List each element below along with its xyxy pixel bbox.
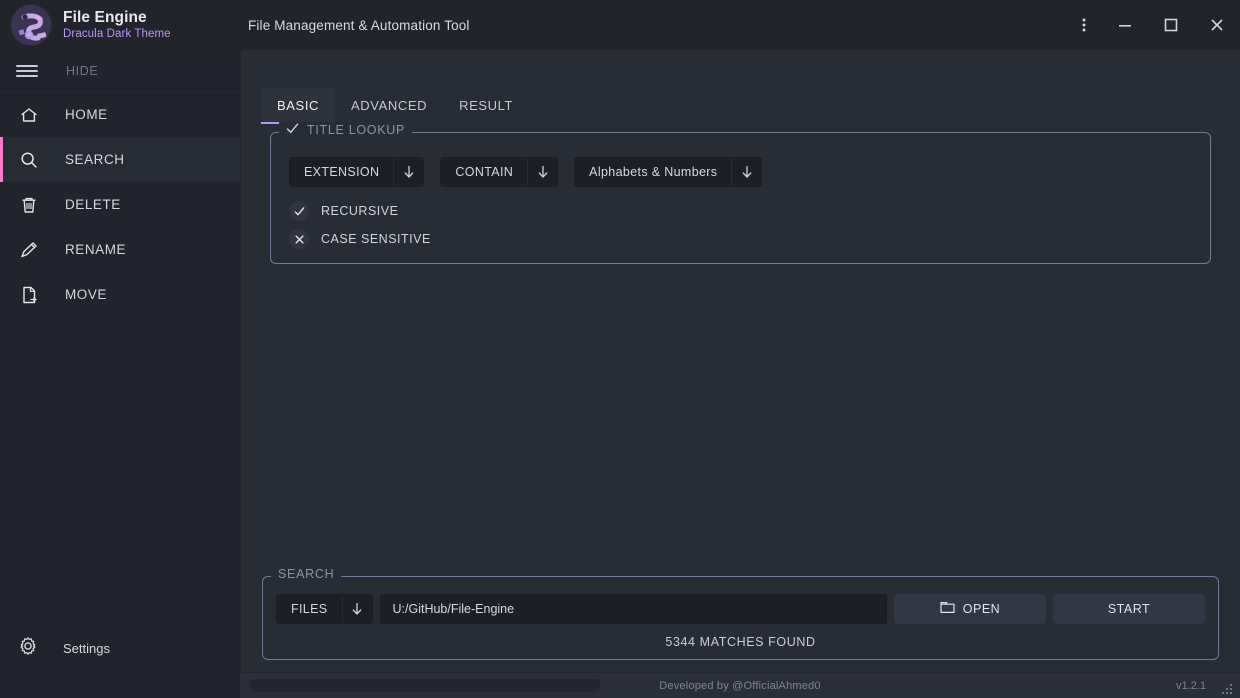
arrow-down-icon[interactable] <box>731 158 761 186</box>
sidebar-item-label: DELETE <box>65 197 121 212</box>
sidebar-item-label: RENAME <box>65 242 127 257</box>
window-controls <box>1066 0 1240 50</box>
status-bar: Developed by @OfficialAhmed0 v1.2.1 <box>0 672 1240 698</box>
charset-dropdown[interactable]: Alphabets & Numbers <box>574 157 763 187</box>
case-sensitive-toggle-label: CASE SENSITIVE <box>321 232 431 246</box>
title-lookup-legend-label: TITLE LOOKUP <box>307 123 406 137</box>
minimize-icon[interactable] <box>1102 0 1148 50</box>
open-button-label: OPEN <box>962 602 1001 616</box>
arrow-down-icon[interactable] <box>341 595 372 623</box>
arrow-down-icon[interactable] <box>527 158 557 186</box>
sidebar: HIDE HOME SEARCH DELETE RENAME MOVE Sett… <box>0 50 240 672</box>
status-bar-sidebar-pad <box>0 673 240 698</box>
target-type-value: FILES <box>291 602 328 616</box>
cross-icon <box>289 229 309 249</box>
sidebar-nav: HOME SEARCH DELETE RENAME MOVE <box>0 92 240 317</box>
search-path-input[interactable] <box>379 594 887 624</box>
check-icon <box>286 122 299 138</box>
contain-dropdown-value: CONTAIN <box>455 165 514 179</box>
search-panel-wrap: SEARCH FILES OP <box>241 567 1240 672</box>
tab-advanced[interactable]: ADVANCED <box>335 88 443 122</box>
hide-label: HIDE <box>66 63 99 78</box>
search-panel: SEARCH FILES OP <box>262 567 1219 660</box>
settings-label: Settings <box>63 640 110 656</box>
start-button[interactable]: START <box>1053 594 1205 624</box>
gear-icon <box>18 636 38 661</box>
search-legend: SEARCH <box>271 567 342 581</box>
brand-area: File Engine Dracula Dark Theme <box>0 0 240 50</box>
sidebar-toggle[interactable]: HIDE <box>0 50 240 92</box>
arrow-down-icon[interactable] <box>393 158 423 186</box>
app-body: HIDE HOME SEARCH DELETE RENAME MOVE Sett… <box>0 50 1240 672</box>
sidebar-item-label: SEARCH <box>65 152 125 167</box>
file-engine-logo-icon <box>10 4 52 46</box>
sidebar-item-label: MOVE <box>65 287 107 302</box>
basic-panel-wrap: TITLE LOOKUP EXTENSION CONTAIN Alphabets… <box>241 122 1240 264</box>
contain-dropdown[interactable]: CONTAIN <box>440 157 559 187</box>
extension-dropdown[interactable]: EXTENSION <box>289 157 425 187</box>
search-row: FILES OPEN ST <box>276 594 1205 624</box>
check-icon <box>289 201 309 221</box>
app-window: File Engine Dracula Dark Theme File Mana… <box>0 0 1240 698</box>
tab-label: BASIC <box>277 98 320 113</box>
home-icon <box>18 104 40 126</box>
start-button-label: START <box>1107 602 1151 616</box>
search-icon <box>18 149 40 171</box>
brand-subtitle: Dracula Dark Theme <box>63 27 171 40</box>
extension-dropdown-value: EXTENSION <box>304 165 380 179</box>
sidebar-item-home[interactable]: HOME <box>0 92 240 137</box>
sidebar-item-search[interactable]: SEARCH <box>0 137 240 182</box>
lookup-dropdown-row: EXTENSION CONTAIN Alphabets & Numbers <box>289 157 1192 187</box>
title-lookup-panel: TITLE LOOKUP EXTENSION CONTAIN Alphabets… <box>270 122 1211 264</box>
tab-bar: BASIC ADVANCED RESULT <box>241 74 1240 124</box>
trash-icon <box>18 194 40 216</box>
tab-result[interactable]: RESULT <box>443 88 529 122</box>
recursive-toggle[interactable]: RECURSIVE <box>289 201 1192 221</box>
case-sensitive-toggle[interactable]: CASE SENSITIVE <box>289 229 1192 249</box>
open-button[interactable]: OPEN <box>894 594 1046 624</box>
folder-icon <box>940 601 955 617</box>
maximize-icon[interactable] <box>1148 0 1194 50</box>
sidebar-item-settings[interactable]: Settings <box>0 624 240 672</box>
sidebar-item-move[interactable]: MOVE <box>0 272 240 317</box>
close-icon[interactable] <box>1194 0 1240 50</box>
version-label: v1.2.1 <box>1176 679 1206 692</box>
file-move-icon <box>18 284 40 306</box>
pencil-icon <box>18 239 40 261</box>
credit-label: Developed by @OfficialAhmed0 <box>659 679 821 692</box>
sidebar-item-rename[interactable]: RENAME <box>0 227 240 272</box>
title-lookup-legend: TITLE LOOKUP <box>279 122 413 138</box>
charset-dropdown-value: Alphabets & Numbers <box>589 165 718 179</box>
sidebar-item-label: HOME <box>65 107 108 122</box>
target-type-dropdown[interactable]: FILES <box>276 594 373 624</box>
tab-basic[interactable]: BASIC <box>261 88 336 124</box>
brand-title: File Engine <box>63 8 147 26</box>
tab-label: ADVANCED <box>351 98 428 113</box>
window-title: File Management & Automation Tool <box>248 17 470 33</box>
vertical-dots-icon[interactable] <box>1066 0 1102 50</box>
title-bar: File Engine Dracula Dark Theme File Mana… <box>0 0 1240 50</box>
status-bar-main: Developed by @OfficialAhmed0 v1.2.1 <box>240 673 1240 698</box>
tab-label: RESULT <box>459 98 514 113</box>
resize-grip-icon[interactable] <box>1222 682 1234 694</box>
hamburger-menu-icon[interactable] <box>16 64 38 77</box>
recursive-toggle-label: RECURSIVE <box>321 204 399 218</box>
content-area: BASIC ADVANCED RESULT TITLE LOOKUP EXTEN… <box>240 50 1240 672</box>
matches-found-label: 5344 MATCHES FOUND <box>665 635 816 649</box>
sidebar-item-delete[interactable]: DELETE <box>0 182 240 227</box>
lookup-toggle-list: RECURSIVE CASE SENSITIVE <box>289 201 1192 249</box>
